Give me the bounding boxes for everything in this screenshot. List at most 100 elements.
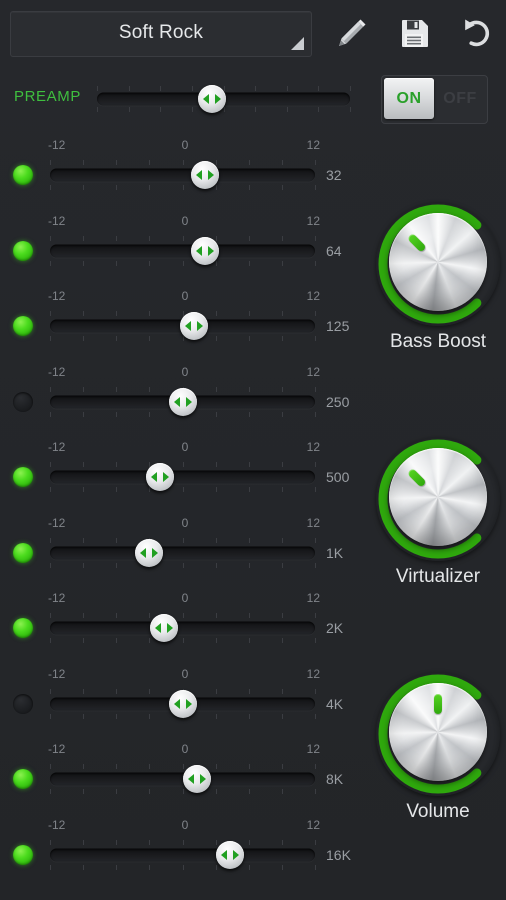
band-scale: -12 0 12: [40, 514, 330, 532]
band-scale-mid: 0: [181, 666, 189, 681]
knob-face: [389, 448, 487, 546]
band-scale: -12 0 12: [40, 816, 330, 834]
band-row: -12 0 12 4K: [0, 665, 370, 741]
band-slider-thumb[interactable]: [149, 614, 178, 642]
band-row: -12 0 12 16K: [0, 816, 370, 892]
toolbar: Soft Rock: [0, 0, 506, 66]
knob-dial[interactable]: [376, 672, 500, 796]
band-scale: -12 0 12: [40, 589, 330, 607]
power-toggle-on[interactable]: ON: [384, 78, 434, 119]
band-slider[interactable]: [50, 611, 316, 645]
band-frequency-label: 125: [326, 318, 350, 334]
band-slider-track: [50, 546, 315, 559]
band-frequency-label: 1K: [326, 544, 344, 561]
band-scale-max: 12: [306, 666, 320, 681]
band-slider-thumb[interactable]: [145, 463, 174, 491]
band-slider[interactable]: [50, 309, 316, 343]
band-slider-thumb[interactable]: [216, 840, 245, 869]
band-scale-min: -12: [48, 138, 66, 152]
preamp-row: PREAMP: [0, 66, 370, 128]
band-scale-min: -12: [48, 591, 66, 605]
band-slider-thumb[interactable]: [191, 161, 220, 189]
preamp-label: PREAMP: [14, 88, 81, 105]
band-led-indicator[interactable]: [13, 165, 33, 185]
band-scale-mid: 0: [181, 817, 189, 832]
band-scale-mid: 0: [181, 138, 189, 152]
band-scale: -12 0 12: [40, 363, 330, 381]
knob-dial[interactable]: [376, 437, 500, 561]
knob-label: Bass Boost: [389, 331, 487, 352]
band-frequency-label: 64: [326, 242, 342, 259]
band-row: -12 0 12 500: [0, 438, 370, 514]
preamp-slider[interactable]: [97, 84, 351, 114]
band-scale: -12 0 12: [40, 287, 330, 305]
preset-dropdown[interactable]: Soft Rock: [10, 11, 312, 57]
band-slider[interactable]: [50, 460, 316, 494]
band-scale-min: -12: [48, 515, 66, 530]
band-led-indicator[interactable]: [13, 542, 33, 563]
band-scale-max: 12: [306, 289, 320, 303]
band-scale-min: -12: [48, 289, 66, 303]
band-slider-thumb[interactable]: [135, 538, 164, 567]
band-led-indicator[interactable]: [13, 769, 33, 789]
band-row: -12 0 12 1K: [0, 514, 370, 590]
band-scale-min: -12: [48, 440, 66, 454]
power-toggle-off[interactable]: OFF: [435, 78, 485, 119]
band-slider-track: [50, 621, 315, 635]
pencil-icon[interactable]: [332, 13, 372, 53]
band-scale-min: -12: [48, 666, 66, 681]
band-led-indicator[interactable]: [13, 618, 33, 638]
band-slider[interactable]: [50, 158, 316, 192]
band-scale-max: 12: [306, 213, 320, 228]
band-slider[interactable]: [50, 838, 316, 872]
band-led-indicator[interactable]: [13, 391, 33, 412]
band-scale-max: 12: [306, 515, 320, 530]
band-frequency-label: 8K: [326, 771, 344, 787]
preset-name-label: Soft Rock: [118, 22, 204, 43]
knob-group: Bass Boost: [370, 202, 506, 353]
band-scale-min: -12: [48, 213, 66, 228]
band-scale-max: 12: [306, 364, 320, 379]
band-scale-mid: 0: [181, 289, 189, 303]
undo-arrow-icon[interactable]: [456, 13, 496, 53]
band-frequency-label: 32: [326, 167, 342, 183]
band-scale-min: -12: [48, 364, 66, 379]
band-slider-thumb[interactable]: [183, 765, 212, 793]
band-frequency-label: 500: [326, 469, 350, 485]
knob-group: Volume: [370, 672, 506, 823]
band-scale-max: 12: [306, 440, 320, 454]
band-slider-thumb[interactable]: [191, 236, 220, 265]
band-slider-track: [50, 244, 315, 257]
floppy-disk-icon[interactable]: [394, 13, 434, 53]
band-led-indicator[interactable]: [13, 240, 33, 261]
band-slider[interactable]: [50, 385, 316, 419]
band-scale-min: -12: [48, 742, 66, 756]
band-scale: -12 0 12: [40, 438, 330, 456]
chevron-down-icon: [291, 37, 304, 50]
band-scale-mid: 0: [181, 742, 189, 756]
band-slider-thumb[interactable]: [168, 689, 197, 718]
band-frequency-label: 16K: [326, 846, 351, 863]
band-row: -12 0 12 32: [0, 136, 370, 212]
band-frequency-label: 2K: [326, 620, 344, 636]
band-slider[interactable]: [50, 687, 316, 721]
band-led-indicator[interactable]: [13, 316, 33, 336]
band-led-indicator[interactable]: [13, 844, 33, 865]
band-frequency-label: 4K: [326, 695, 344, 712]
band-scale-mid: 0: [181, 213, 189, 228]
preamp-slider-thumb[interactable]: [198, 85, 227, 113]
band-scale-mid: 0: [181, 515, 189, 530]
band-slider[interactable]: [50, 234, 316, 268]
band-led-indicator[interactable]: [13, 467, 33, 487]
band-slider-track: [50, 848, 315, 861]
band-scale: -12 0 12: [40, 665, 330, 683]
band-led-indicator[interactable]: [13, 693, 33, 714]
band-frequency-label: 250: [326, 393, 350, 410]
knob-dial[interactable]: [376, 202, 500, 326]
band-slider[interactable]: [50, 762, 316, 796]
band-slider-thumb[interactable]: [168, 387, 197, 416]
power-toggle[interactable]: ON OFF: [381, 75, 488, 124]
band-row: -12 0 12 64: [0, 212, 370, 288]
band-slider-thumb[interactable]: [180, 312, 209, 340]
band-slider[interactable]: [50, 536, 316, 570]
